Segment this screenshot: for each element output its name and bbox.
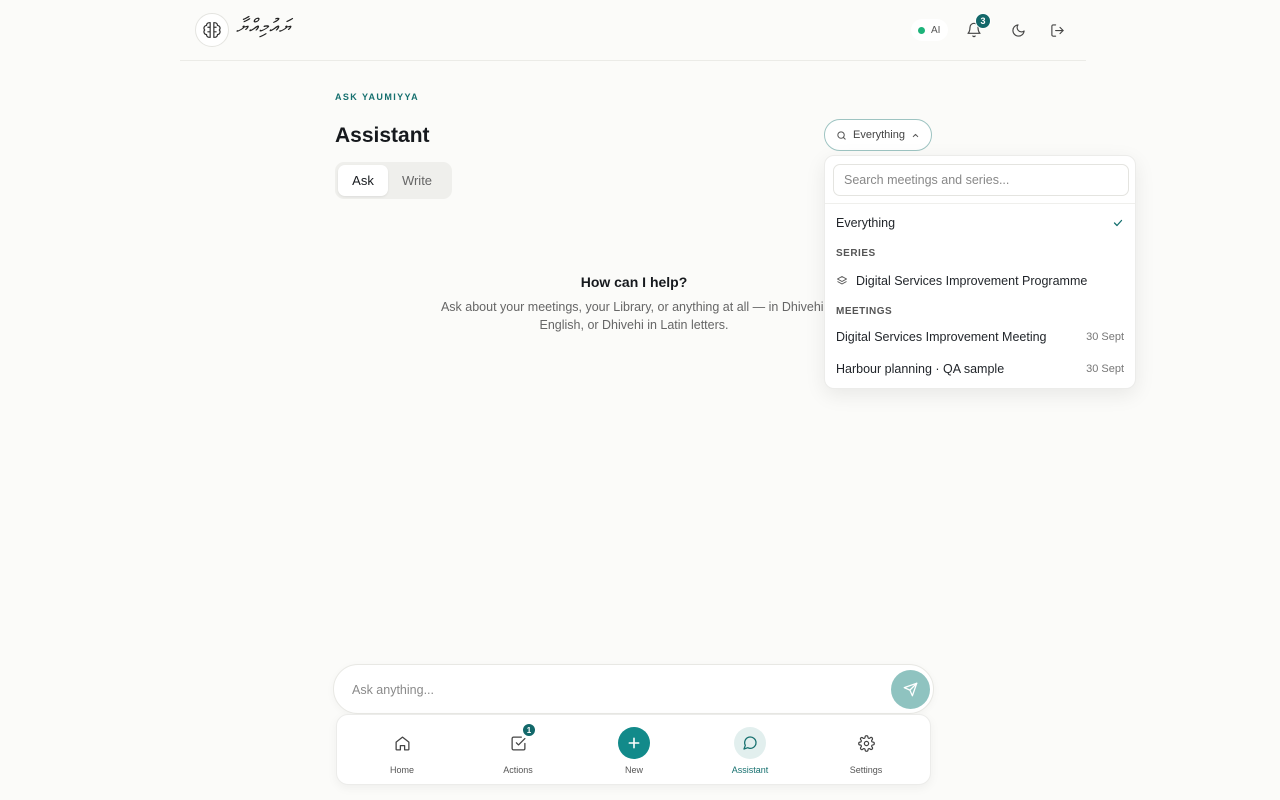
- ai-status-label: AI: [931, 24, 941, 36]
- nav-new[interactable]: New: [584, 715, 684, 786]
- scope-search-input[interactable]: [833, 164, 1129, 196]
- nav-settings-label: Settings: [849, 765, 883, 775]
- nav-actions-label: Actions: [503, 765, 533, 775]
- checkbox-icon: [510, 735, 526, 751]
- home-icon: [394, 735, 410, 751]
- notification-count-badge: 3: [975, 13, 991, 29]
- empty-state-subtitle: Ask about your meetings, your Library, o…: [440, 300, 828, 332]
- page-title: Assistant: [335, 124, 430, 147]
- scope-option-label: Everything: [836, 216, 896, 230]
- check-icon: [1113, 219, 1123, 227]
- nav-actions[interactable]: 1 Actions: [468, 715, 568, 786]
- meeting-option-label: Digital Services Improvement Meeting: [836, 330, 1047, 344]
- scope-selected-label: Everything: [853, 129, 905, 141]
- scope-option-everything[interactable]: Everything: [825, 209, 1135, 237]
- send-button[interactable]: [891, 670, 930, 709]
- notifications-button[interactable]: 3: [962, 13, 991, 42]
- top-header: ޔައުމިއްޔާ AI 3: [180, 0, 1086, 61]
- theme-toggle-button[interactable]: [1006, 18, 1030, 42]
- scope-selector-button[interactable]: Everything: [824, 119, 932, 151]
- nav-new-label: New: [624, 765, 643, 775]
- ai-status-chip[interactable]: AI: [911, 19, 949, 41]
- logout-button[interactable]: [1045, 18, 1069, 42]
- layers-icon: [837, 276, 847, 285]
- mode-write-button[interactable]: Write: [388, 165, 446, 196]
- meeting-option-date: 30 Sept: [1086, 363, 1124, 375]
- gear-icon: [857, 734, 875, 752]
- search-icon: [837, 130, 846, 140]
- meetings-section-heading: MEETINGS: [836, 306, 893, 317]
- nav-home-label: Home: [389, 765, 414, 775]
- logout-icon: [1050, 23, 1064, 37]
- series-section-heading: SERIES: [836, 248, 876, 259]
- nav-assistant[interactable]: Assistant: [700, 715, 800, 786]
- nav-assistant-label: Assistant: [731, 765, 769, 775]
- nav-settings[interactable]: Settings: [816, 715, 916, 786]
- chat-bubble-icon: [743, 736, 757, 750]
- chat-composer: [333, 664, 934, 714]
- page-eyebrow: ASK YAUMIYYA: [335, 92, 419, 102]
- mode-toggle: Ask Write: [335, 162, 452, 199]
- dropdown-divider: [825, 203, 1135, 204]
- series-option-label: Digital Services Improvement Programme: [856, 274, 1088, 288]
- mode-ask-button[interactable]: Ask: [338, 165, 388, 196]
- scope-option-meeting[interactable]: Digital Services Improvement Meeting 30 …: [825, 323, 1135, 351]
- scope-option-meeting[interactable]: Harbour planning · QA sample 30 Sept: [825, 355, 1135, 383]
- meeting-option-date: 30 Sept: [1086, 331, 1124, 343]
- bottom-navigation: Home 1 Actions New Assistant Settings: [336, 714, 931, 785]
- moon-icon: [1011, 23, 1025, 37]
- actions-count-badge: 1: [522, 723, 536, 737]
- scope-dropdown: Everything SERIES Digital Services Impro…: [824, 155, 1136, 389]
- ai-status-dot: [918, 26, 925, 34]
- ask-input[interactable]: [352, 679, 872, 701]
- chevron-up-icon: [912, 133, 919, 137]
- brand-name: ޔައުމިއްޔާ: [236, 14, 292, 38]
- meeting-option-label: Harbour planning · QA sample: [836, 362, 1005, 376]
- brain-logo-icon[interactable]: [195, 13, 229, 47]
- plus-icon: [628, 737, 640, 749]
- nav-home[interactable]: Home: [352, 715, 452, 786]
- scope-option-series[interactable]: Digital Services Improvement Programme: [825, 267, 1135, 295]
- send-icon: [903, 682, 918, 697]
